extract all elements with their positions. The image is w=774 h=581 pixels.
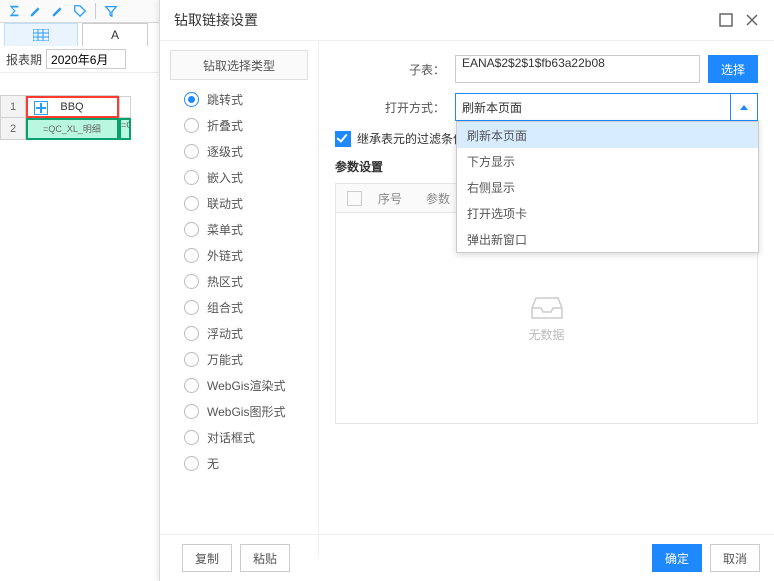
radio-icon	[184, 274, 199, 289]
open-mode-select[interactable]: 刷新本页面 刷新本页面下方显示右侧显示打开选项卡弹出新窗口	[455, 93, 758, 121]
select-button[interactable]: 选择	[708, 55, 758, 83]
drill-type-option[interactable]: 浮动式	[160, 320, 318, 346]
sub-table-input[interactable]: EANA$2$2$1$fb63a22b08	[455, 55, 700, 83]
row-header[interactable]: 2	[1, 118, 26, 140]
drill-form: 子表： EANA$2$2$1$fb63a22b08 选择 打开方式： 刷新本页面…	[319, 40, 774, 535]
drill-type-label: 逐级式	[207, 143, 243, 160]
drill-type-label: 联动式	[207, 195, 243, 212]
tag-icon[interactable]	[70, 1, 90, 21]
filter-value-input[interactable]	[46, 49, 126, 69]
drill-type-option[interactable]: WebGis渲染式	[160, 372, 318, 398]
open-mode-value: 刷新本页面	[456, 99, 730, 116]
drill-type-label: 无	[207, 455, 219, 472]
drill-link-dialog: 钻取链接设置 钻取选择类型 跳转式折叠式逐级式嵌入式联动式菜单式外链式热区式组合…	[159, 0, 774, 581]
edit2-icon[interactable]	[48, 1, 68, 21]
radio-icon	[184, 222, 199, 237]
drill-type-label: 外链式	[207, 247, 243, 264]
open-mode-label: 打开方式：	[335, 99, 455, 116]
dialog-footer: 复制 粘贴 确定 取消	[160, 534, 774, 581]
drill-type-option[interactable]: 组合式	[160, 294, 318, 320]
radio-icon	[184, 248, 199, 263]
radio-icon	[184, 196, 199, 211]
open-mode-option[interactable]: 打开选项卡	[457, 200, 758, 226]
drill-type-label: 跳转式	[207, 91, 243, 108]
cancel-button[interactable]: 取消	[710, 544, 760, 572]
radio-icon	[184, 352, 199, 367]
radio-icon	[184, 300, 199, 315]
col-seq: 序号	[372, 190, 420, 207]
drill-type-option[interactable]: 无	[160, 450, 318, 476]
radio-icon	[184, 92, 199, 107]
sub-table-label: 子表：	[335, 61, 455, 78]
dialog-title: 钻取链接设置	[174, 10, 258, 30]
ok-button[interactable]: 确定	[652, 544, 702, 572]
drill-type-label: 嵌入式	[207, 169, 243, 186]
open-mode-option[interactable]: 右侧显示	[457, 174, 758, 200]
drill-type-label: 组合式	[207, 299, 243, 316]
row-header[interactable]: 1	[1, 96, 26, 118]
open-mode-dropdown: 刷新本页面下方显示右侧显示打开选项卡弹出新窗口	[456, 121, 759, 253]
drill-type-label: 热区式	[207, 273, 243, 290]
drill-type-option[interactable]: 对话框式	[160, 424, 318, 450]
paste-button[interactable]: 粘贴	[240, 544, 290, 572]
worksheet-area: 报表期 1 BBQ 2 =QC_XL_明细 =C	[0, 46, 161, 581]
report-filter-row: 报表期	[0, 46, 160, 73]
drill-type-option[interactable]: 菜单式	[160, 216, 318, 242]
drill-type-label: WebGis渲染式	[207, 377, 285, 394]
select-all-checkbox[interactable]	[336, 191, 372, 206]
drill-type-label: WebGis图形式	[207, 403, 285, 420]
open-mode-option[interactable]: 下方显示	[457, 148, 758, 174]
drill-type-option[interactable]: 万能式	[160, 346, 318, 372]
radio-icon	[184, 118, 199, 133]
open-mode-option[interactable]: 刷新本页面	[457, 122, 758, 148]
drill-type-label: 菜单式	[207, 221, 243, 238]
mini-grid: 1 BBQ 2 =QC_XL_明细 =C	[0, 95, 132, 140]
drill-type-option[interactable]: 嵌入式	[160, 164, 318, 190]
drill-type-option[interactable]: 外链式	[160, 242, 318, 268]
empty-text: 无数据	[528, 326, 564, 343]
sigma-icon[interactable]	[4, 1, 24, 21]
radio-icon	[184, 404, 199, 419]
copy-button[interactable]: 复制	[182, 544, 232, 572]
radio-icon	[184, 326, 199, 341]
edit-icon[interactable]	[26, 1, 46, 21]
maximize-icon[interactable]	[718, 12, 734, 28]
radio-icon	[184, 430, 199, 445]
filter-label: 报表期	[6, 51, 42, 68]
drill-type-label: 折叠式	[207, 117, 243, 134]
open-mode-option[interactable]: 弹出新窗口	[457, 226, 758, 252]
close-icon[interactable]	[744, 12, 760, 28]
cell-b2[interactable]: =C	[119, 118, 131, 140]
inherit-filter-label: 继承表元的过滤条件	[357, 130, 465, 147]
drill-type-option[interactable]: 逐级式	[160, 138, 318, 164]
cell-a2[interactable]: =QC_XL_明细	[26, 118, 119, 140]
param-title: 参数设置	[335, 158, 383, 175]
radio-icon	[184, 378, 199, 393]
drill-type-option[interactable]: 热区式	[160, 268, 318, 294]
chevron-up-icon[interactable]	[730, 94, 757, 120]
col-stub	[119, 96, 131, 118]
drill-type-option[interactable]: 折叠式	[160, 112, 318, 138]
drill-type-option[interactable]: WebGis图形式	[160, 398, 318, 424]
checkbox-checked-icon[interactable]	[335, 131, 351, 147]
drill-type-label: 对话框式	[207, 429, 255, 446]
inbox-icon	[530, 294, 564, 320]
radio-icon	[184, 456, 199, 471]
cell-reference[interactable]: A	[82, 23, 148, 47]
sheet-tab-icon[interactable]	[4, 23, 78, 47]
drill-type-label: 浮动式	[207, 325, 243, 342]
drill-type-label: 万能式	[207, 351, 243, 368]
drill-type-header: 钻取选择类型	[170, 50, 308, 80]
insert-handle-icon[interactable]	[34, 101, 48, 115]
drill-type-option[interactable]: 跳转式	[160, 86, 318, 112]
filter-icon[interactable]	[101, 1, 121, 21]
radio-icon	[184, 144, 199, 159]
radio-icon	[184, 170, 199, 185]
dialog-header: 钻取链接设置	[160, 0, 774, 41]
drill-type-option[interactable]: 联动式	[160, 190, 318, 216]
drill-type-panel: 钻取选择类型 跳转式折叠式逐级式嵌入式联动式菜单式外链式热区式组合式浮动式万能式…	[160, 40, 319, 555]
